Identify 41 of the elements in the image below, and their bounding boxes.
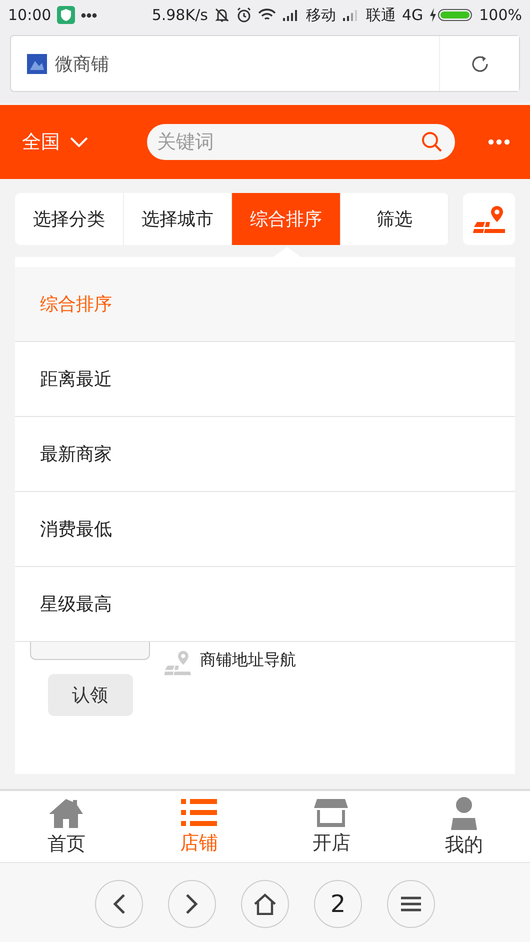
tabs-button[interactable]: 2	[314, 880, 362, 928]
store-icon	[314, 798, 348, 828]
more-notifications-icon	[81, 12, 98, 18]
chevron-down-icon	[70, 137, 88, 147]
person-icon	[448, 796, 479, 830]
list-icon	[180, 798, 217, 828]
status-time: 10:00	[8, 6, 52, 24]
menu-icon	[401, 896, 421, 912]
home-icon	[48, 796, 84, 828]
address-navigation-link[interactable]: 商铺地址导航	[200, 650, 296, 671]
map-pin-icon	[164, 650, 192, 676]
nav-tab[interactable]: 首页	[0, 791, 132, 862]
chevron-right-icon	[185, 892, 199, 914]
carrier-name: 联通	[366, 6, 396, 24]
chevron-left-icon	[112, 892, 126, 914]
mute-bell-icon	[214, 7, 230, 23]
signal-icon	[342, 9, 360, 21]
signal-icon	[282, 9, 300, 21]
claim-button[interactable]: 认领	[48, 674, 132, 716]
back-button[interactable]	[95, 880, 143, 928]
network-type: 4G	[402, 6, 424, 24]
forward-button[interactable]	[168, 880, 216, 928]
page-title: 微商铺	[55, 52, 109, 76]
nav-tab[interactable]: 开店	[265, 791, 398, 862]
menu-button[interactable]	[387, 880, 435, 928]
carrier-name: 移动	[306, 6, 336, 24]
alarm-icon	[236, 7, 252, 23]
search-field[interactable]: 关键词	[147, 124, 455, 160]
home-button[interactable]	[241, 880, 289, 928]
battery-charging-icon	[429, 7, 474, 23]
nav-tab[interactable]: 我的	[398, 791, 530, 862]
wifi-icon	[258, 8, 276, 22]
search-icon[interactable]	[421, 131, 443, 153]
map-button[interactable]	[463, 193, 515, 245]
more-icon[interactable]	[488, 139, 510, 145]
home-icon	[253, 892, 277, 914]
shield-icon	[57, 6, 76, 24]
network-speed: 5.98K/s	[152, 6, 208, 24]
battery-level: 100%	[479, 6, 522, 24]
map-pin-icon	[473, 204, 505, 234]
site-favicon-icon	[27, 54, 47, 74]
